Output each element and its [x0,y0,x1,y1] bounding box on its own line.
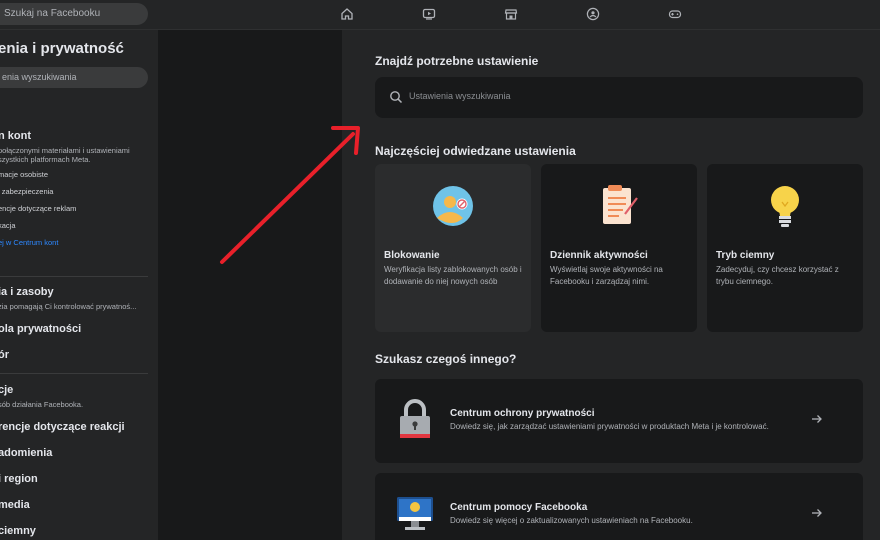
groups-icon[interactable] [584,6,602,22]
sidebar-item-privacy-checkup[interactable]: ola prywatności [0,323,81,335]
card-title: Tryb ciemny [716,250,775,261]
marketplace-icon[interactable] [502,6,520,22]
row-title: Centrum ochrony prywatności [450,408,595,419]
sidebar-item-dark-mode[interactable]: ciemny [0,525,36,537]
row-help-center[interactable]: Centrum pomocy Facebooka Dowiedz się wię… [375,473,863,540]
card-description: Wyświetlaj swoje aktywności na Facebooku… [550,265,663,286]
card-dark-mode[interactable]: Tryb ciemny Zadecyduj, czy chcesz korzys… [707,164,863,332]
card-activity-log[interactable]: Dziennik aktywności Wyświetlaj swoje akt… [541,164,697,332]
facebook-search-input[interactable]: Szukaj na Facebooku [0,3,148,25]
settings-sidebar: enia i prywatność enia wyszukiwania n ko… [0,30,158,540]
padlock-icon [400,399,430,438]
sidebar-subitem-security[interactable]: i zabezpieczenia [0,187,53,196]
activity-log-icon [603,185,638,224]
frequent-settings-title: Najczęściej odwiedzane ustawienia [375,144,576,158]
sidebar-item-accounts-center[interactable]: n kont [0,130,31,142]
sidebar-item-preferences[interactable]: cje [0,384,13,396]
accounts-center-desc: połączonymi materiałami i ustawieniami [0,146,130,155]
find-setting-title: Znajdź potrzebne ustawienie [375,54,539,68]
row-description: Dowiedz się, jak zarządzać ustawieniami … [450,422,769,431]
card-description: Weryfikacja listy zablokowanych osób i d… [384,265,522,286]
preferences-desc: sób działania Facebooka. [0,400,84,409]
lightbulb-icon [771,186,799,227]
sidebar-item-reaction-preferences[interactable]: rencje dotyczące reakcji [0,421,125,433]
sidebar-item-media[interactable]: media [0,499,30,511]
tools-desc: zia pomagają Ci kontrolować prywatnoś... [0,302,137,311]
blocked-user-icon [433,186,473,226]
settings-main-panel: Znajdź potrzebne ustawienie Ustawienia w… [342,30,880,540]
sidebar-subitem-personal-info[interactable]: macje osobiste [0,170,48,179]
home-icon[interactable] [338,6,356,22]
search-icon [390,91,403,104]
sidebar-search-input[interactable]: enia wyszukiwania [0,67,148,88]
sidebar-divider [0,373,148,374]
accounts-center-link[interactable]: ej w Centrum kont [0,238,58,247]
row-title: Centrum pomocy Facebooka [450,502,588,513]
row-description: Dowiedz się więcej o zaktualizowanych us… [450,516,693,525]
card-description: Zadecyduj, czy chcesz korzystać z trybu … [716,265,839,286]
arrow-right-icon [812,509,822,517]
sidebar-divider [0,276,148,277]
settings-search-placeholder: Ustawienia wyszukiwania [409,91,511,101]
sidebar-title: enia i prywatność [0,40,124,57]
video-icon[interactable] [420,6,438,22]
row-privacy-center[interactable]: Centrum ochrony prywatności Dowiedz się,… [375,379,863,463]
top-navigation-bar: Szukaj na Facebooku [0,0,880,30]
sidebar-item-notifications[interactable]: adomienia [0,447,52,459]
gaming-icon[interactable] [666,6,684,22]
sidebar-subitem-ad-preferences[interactable]: encje dotyczące reklam [0,204,76,213]
content-gap [158,30,342,540]
sidebar-subitem-verification[interactable]: kacja [0,221,16,230]
sidebar-item-language-region[interactable]: i region [0,473,38,485]
card-blocking[interactable]: Blokowanie Weryfikacja listy zablokowany… [375,164,531,332]
settings-search-input[interactable]: Ustawienia wyszukiwania [375,77,863,118]
arrow-right-icon [812,415,822,423]
accounts-center-desc: szystkich platformach Meta. [0,155,91,164]
sidebar-item-selection[interactable]: ór [0,349,9,361]
other-title: Szukasz czegoś innego? [375,352,517,366]
monitor-icon [397,497,433,530]
card-title: Blokowanie [384,250,440,261]
card-title: Dziennik aktywności [550,250,648,261]
sidebar-item-tools[interactable]: ia i zasoby [0,286,54,298]
